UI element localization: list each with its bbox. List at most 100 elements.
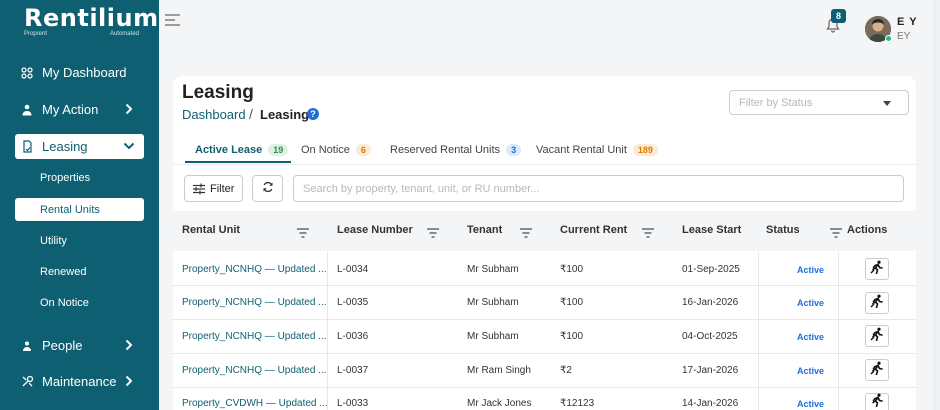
sidebar-item-label: People [42, 338, 83, 353]
current-rent-cell: ₹12123 [560, 398, 595, 409]
notification-count-badge: 8 [831, 9, 846, 23]
current-rent-cell: ₹100 [560, 297, 584, 308]
sidebar-item-people[interactable]: People [15, 333, 144, 358]
lease-start-cell: 14-Jan-2026 [682, 398, 739, 409]
current-rent-cell: ₹100 [560, 331, 584, 342]
rental-unit-link[interactable]: Property_NCNHQ — Updated ... [182, 297, 327, 308]
rental-unit-link[interactable]: Property_NCNHQ — Updated ... [182, 264, 327, 275]
chevron-right-icon [122, 101, 136, 117]
column-divider [758, 252, 759, 410]
tenant-cell: Mr Subham [467, 331, 519, 342]
move-out-action-button[interactable] [865, 258, 889, 280]
menu-toggle-icon[interactable] [165, 13, 180, 27]
lease-number-cell: L-0036 [337, 331, 369, 342]
leasing-icon [20, 140, 34, 154]
lease-start-cell: 17-Jan-2026 [682, 365, 739, 376]
status-badge: Active [797, 366, 825, 376]
breadcrumb-current: Leasing [260, 107, 310, 122]
user-role: EY [897, 31, 911, 42]
sidebar-item-label: Maintenance [42, 374, 117, 389]
breadcrumb-dashboard-link[interactable]: Dashboard [182, 107, 246, 122]
table-header [173, 211, 916, 251]
brand-name: Rentilium [24, 4, 159, 32]
filter-button[interactable]: Filter [184, 175, 243, 202]
column-filter-icon[interactable] [642, 225, 654, 238]
lease-number-cell: L-0035 [337, 297, 369, 308]
tab-on-notice[interactable]: On Notice 6 [301, 138, 371, 162]
column-filter-icon[interactable] [427, 225, 439, 238]
tab-label: Reserved Rental Units [390, 144, 501, 156]
chevron-right-icon [122, 373, 136, 389]
maintenance-icon [20, 375, 34, 389]
app-logo[interactable]: Rentilium Proprent Automated [24, 4, 159, 40]
column-divider [327, 252, 328, 410]
move-out-action-button[interactable] [865, 393, 889, 410]
sidebar-item-maintenance[interactable]: Maintenance [15, 369, 144, 394]
lease-start-cell: 01-Sep-2025 [682, 264, 740, 275]
lease-start-cell: 04-Oct-2025 [682, 331, 738, 342]
action-icon [20, 103, 34, 117]
rental-unit-link[interactable]: Property_NCNHQ — Updated ... [182, 331, 327, 342]
tab-active-lease[interactable]: Active Lease 19 [195, 138, 289, 162]
tab-count-badge: 19 [268, 144, 289, 156]
tenant-cell: Mr Subham [467, 264, 519, 275]
sidebar-subitem-utility[interactable]: Utility [15, 229, 144, 252]
tab-reserved-rental-units[interactable]: Reserved Rental Units 3 [390, 138, 522, 162]
column-header-current-rent: Current Rent [560, 224, 628, 236]
sidebar-item-my-dashboard[interactable]: My Dashboard [15, 60, 144, 85]
sidebar-subitem-properties[interactable]: Properties [15, 166, 144, 189]
people-icon [20, 339, 34, 353]
move-out-action-button[interactable] [865, 292, 889, 314]
lease-number-cell: L-0033 [337, 398, 369, 409]
brand-tag-right: Automated [109, 31, 139, 37]
help-icon[interactable]: ? [307, 108, 319, 120]
lease-start-cell: 16-Jan-2026 [682, 297, 739, 308]
person-walking-icon [870, 294, 884, 313]
sidebar-item-leasing[interactable]: Leasing [15, 134, 144, 159]
column-header-lease-number: Lease Number [337, 224, 413, 236]
column-divider [838, 252, 839, 410]
sidebar-subitem-renewed[interactable]: Renewed [15, 260, 144, 283]
sidebar: Rentilium Proprent Automated My Dashboar… [0, 0, 159, 410]
column-header-lease-start: Lease Start [682, 224, 742, 236]
status-badge: Active [797, 298, 825, 308]
sidebar-subitem-rental-units[interactable]: Rental Units [15, 198, 144, 221]
breadcrumb-separator: / [249, 106, 253, 122]
column-filter-icon[interactable] [520, 225, 532, 238]
sidebar-subitem-on-notice[interactable]: On Notice [15, 291, 144, 314]
person-walking-icon [870, 260, 884, 279]
tenant-cell: Mr Ram Singh [467, 365, 531, 376]
tab-label: Active Lease [195, 144, 263, 156]
rental-unit-link[interactable]: Property_NCNHQ — Updated ... [182, 365, 327, 376]
refresh-button[interactable] [252, 175, 283, 202]
sidebar-item-my-action[interactable]: My Action [15, 97, 144, 122]
tab-vacant-rental-unit[interactable]: Vacant Rental Unit 189 [536, 138, 658, 162]
column-filter-icon[interactable] [297, 225, 309, 238]
lease-number-cell: L-0034 [337, 264, 369, 275]
tenant-cell: Mr Jack Jones [467, 398, 532, 409]
status-badge: Active [797, 399, 825, 409]
move-out-action-button[interactable] [865, 359, 889, 381]
status-filter-placeholder: Filter by Status [739, 96, 813, 109]
chevron-right-icon [122, 337, 136, 353]
tab-label: On Notice [301, 144, 350, 156]
sidebar-item-label: Leasing [42, 139, 88, 154]
person-walking-icon [870, 327, 884, 346]
chevron-down-icon [122, 138, 136, 154]
sidebar-item-label: My Dashboard [42, 65, 127, 80]
dashboard-icon [20, 66, 34, 80]
status-filter-select[interactable]: Filter by Status [729, 90, 909, 115]
online-status-dot [885, 35, 892, 42]
column-header-actions: Actions [847, 224, 888, 236]
scrollbar-track[interactable] [933, 0, 940, 410]
rental-unit-link[interactable]: Property_CVDWH — Updated ... [182, 398, 328, 409]
tab-count-badge: 3 [506, 144, 522, 156]
column-filter-icon[interactable] [830, 225, 842, 238]
user-initials[interactable]: E Y [897, 16, 918, 28]
person-walking-icon [870, 361, 884, 380]
status-badge: Active [797, 265, 825, 275]
caret-down-icon [883, 101, 891, 106]
search-input[interactable] [293, 175, 904, 202]
lease-number-cell: L-0037 [337, 365, 369, 376]
move-out-action-button[interactable] [865, 325, 889, 347]
